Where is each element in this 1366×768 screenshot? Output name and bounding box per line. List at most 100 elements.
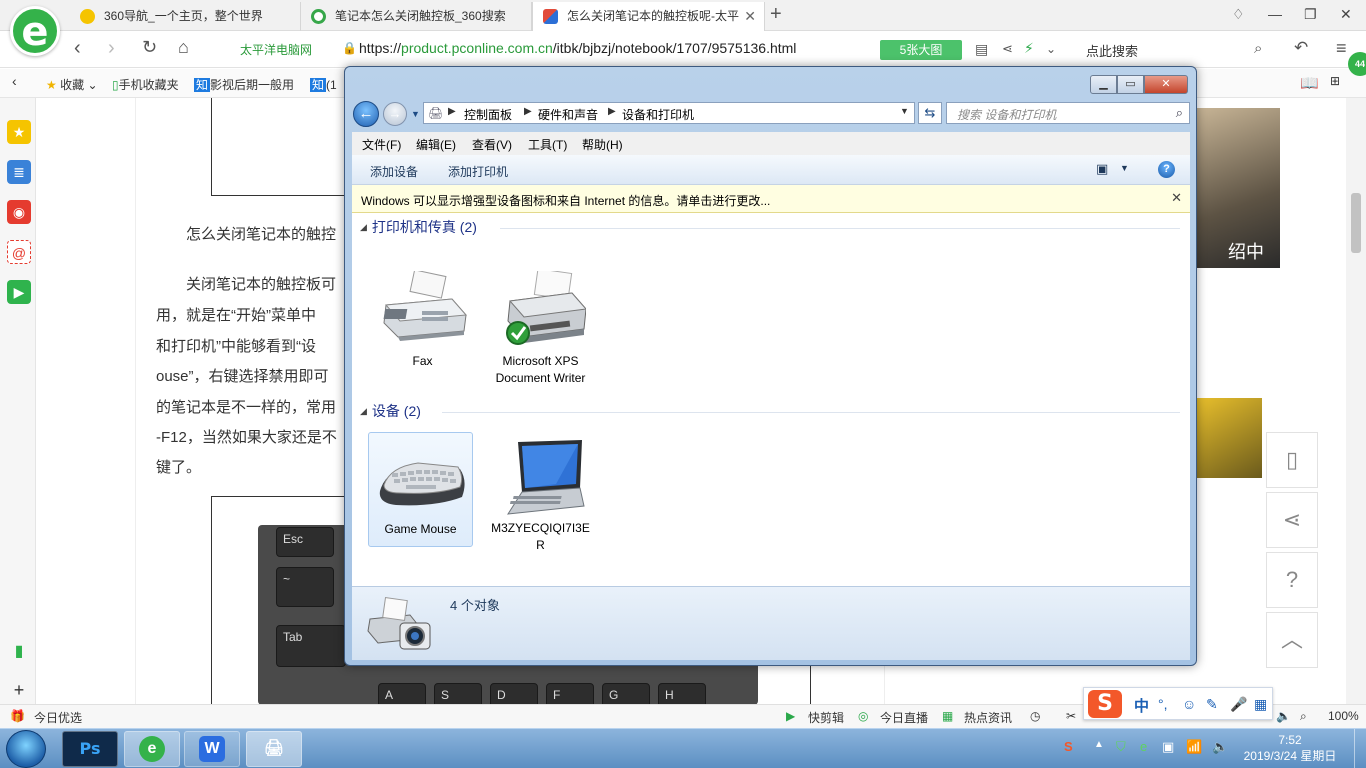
tab-360-nav[interactable]: 360导航_一个主页，整个世界 [70,2,301,31]
volume-tray-icon[interactable]: 🔈 [1212,739,1228,755]
system-clock[interactable]: 7:52 2019/3/24 星期日 [1240,732,1340,764]
forward-arrow-icon[interactable]: → [383,102,407,126]
quick-edit-link[interactable]: 快剪辑 [808,709,844,726]
breadcrumb-hardware-sound[interactable]: 硬件和声音 [538,106,598,123]
maximize-icon[interactable]: ❐ [1304,6,1317,23]
forward-icon[interactable]: › [108,37,115,60]
reading-mode-icon[interactable]: 📖 [1300,74,1319,92]
search-icon[interactable]: ⌕ [1254,40,1262,57]
grid-menu-icon[interactable]: ▦ [1254,696,1267,713]
weibo-icon[interactable]: ◉ [7,200,31,224]
tab-pconline-article[interactable]: 怎么关闭笔记本的触控板呢-太平 ✕ [532,2,765,31]
tab-360-search[interactable]: 笔记本怎么关闭触控板_360搜索 [301,2,532,31]
speed-status-icon[interactable]: ◷ [1030,709,1040,723]
sidebar-ad-image-2[interactable] [1196,398,1262,478]
search-input[interactable]: 点此搜索 [1086,41,1138,60]
network-tray-icon[interactable]: 📶 [1186,739,1202,755]
tools-icon[interactable]: ✂ [1066,709,1076,723]
close-tab-icon[interactable]: ✕ [744,2,756,30]
page-scrollbar[interactable] [1346,98,1366,704]
photoshop-taskbar-icon[interactable]: Ps [62,731,118,767]
breadcrumb-chevron-icon[interactable]: ▶ [448,106,456,117]
menu-tools[interactable]: 工具(T) [528,136,567,153]
tray-expand-icon[interactable]: ▲ [1094,739,1104,750]
breadcrumb-chevron-icon[interactable]: ▶ [524,106,532,117]
share-float-icon[interactable]: ⋖ [1266,492,1318,548]
news-icon[interactable]: ≣ [7,160,31,184]
change-view-icon[interactable]: ▣ [1096,161,1108,177]
recent-pages-dropdown-icon[interactable]: ▼ [411,109,420,119]
group-header-devices[interactable]: ◢ 设备 (2) [360,401,421,421]
refresh-arrows-icon[interactable]: ⇆ [918,102,942,124]
menu-view[interactable]: 查看(V) [472,136,512,153]
view-options-dropdown-icon[interactable]: ▼ [1120,163,1129,173]
hot-news-link[interactable]: 热点资讯 [964,709,1012,726]
bookmark-zhihu-1[interactable]: 知影视后期一般用 [194,76,294,93]
group-header-printers[interactable]: ◢ 打印机和传真 (2) [360,217,477,237]
share-icon[interactable]: ⋖ [1002,41,1013,57]
close-window-icon[interactable]: ✕ [1340,6,1352,23]
mail-icon[interactable]: @ [7,240,31,264]
refresh-icon[interactable]: ↻ [142,37,157,58]
back-arrow-icon[interactable]: ← [353,101,379,127]
punctuation-icon[interactable]: °, [1158,696,1168,712]
wps-taskbar-icon[interactable]: W [184,731,240,767]
favorites-star-icon[interactable]: ★ [7,120,31,144]
help-icon[interactable]: ? [1158,161,1175,178]
security-tray-icon[interactable]: ⛉ [1116,739,1126,755]
home-icon[interactable]: ⌂ [178,37,189,58]
undo-icon[interactable]: ↶ [1294,38,1308,58]
breadcrumb-chevron-icon[interactable]: ▶ [608,106,616,117]
volume-page-icon[interactable]: 🔈 [1276,709,1291,723]
microphone-icon[interactable]: 🎤 [1230,696,1247,713]
bookmark-mobile[interactable]: ▯手机收藏夹 [112,76,179,93]
address-dropdown-icon[interactable]: ▼ [900,106,909,116]
minimize-icon[interactable]: — [1268,6,1282,22]
menu-help[interactable]: 帮助(H) [582,136,623,153]
close-info-bar-icon[interactable]: ✕ [1171,190,1182,206]
video-icon[interactable]: ▶ [7,280,31,304]
today-picks-link[interactable]: 今日优选 [34,709,82,726]
big-pictures-button[interactable]: 5张大图 [880,40,962,60]
breadcrumb-control-panel[interactable]: 控制面板 [464,106,512,123]
zoom-icon[interactable]: ⌕ [1300,709,1307,724]
close-window-button[interactable]: ✕ [1144,75,1188,94]
360-browser-taskbar-icon[interactable]: e [124,731,180,767]
breadcrumb-devices-printers[interactable]: 设备和打印机 [622,106,694,123]
search-icon[interactable]: ⌕ [1176,105,1183,121]
add-printer-button[interactable]: 添加打印机 [448,163,508,180]
devices-printers-taskbar-icon[interactable]: 🖨 [246,731,302,767]
favorites-menu[interactable]: ★ 收藏 ⌄ [46,76,98,93]
device-item-game-mouse[interactable]: Game Mouse [368,432,473,547]
360-browser-logo[interactable]: e [10,6,60,56]
new-tab-button[interactable]: + [770,3,782,26]
ime-mode-toggle[interactable]: 中 [1134,695,1149,716]
battery-icon[interactable]: ▮ [7,640,31,664]
emoji-icon[interactable]: ☺ [1182,696,1196,712]
menu-edit[interactable]: 编辑(E) [416,136,456,153]
360-tray-icon[interactable]: e [1140,739,1147,754]
zoom-level[interactable]: 100% [1328,709,1359,723]
feedback-icon[interactable]: ? [1266,552,1318,608]
maximize-window-button[interactable]: ▭ [1117,75,1144,94]
notification-badge[interactable]: 44 [1348,52,1366,76]
reader-icon[interactable]: ▤ [975,41,988,58]
today-live-link[interactable]: 今日直播 [880,709,928,726]
back-icon[interactable]: ‹ [74,37,81,60]
pen-icon[interactable]: ✎ [1206,696,1218,713]
add-sidebar-icon[interactable]: + [7,678,31,702]
search-input[interactable]: 搜索 设备和打印机 ⌕ [946,102,1190,124]
menu-file[interactable]: 文件(F) [362,136,401,153]
bookmark-zhihu-2[interactable]: 知 (1 [310,76,337,93]
device-tray-icon[interactable]: ▣ [1162,739,1174,755]
chevron-down-icon[interactable]: ⌄ [1046,42,1056,56]
show-desktop-button[interactable] [1354,729,1366,768]
scrollbar-thumb[interactable] [1351,193,1361,253]
back-to-top-icon[interactable]: ︿ [1266,612,1318,668]
url-field[interactable]: 太平洋电脑网 🔒 https://product.pconline.com.cn… [232,37,1122,62]
start-button[interactable] [6,730,46,768]
device-item-xps-writer[interactable]: Microsoft XPS Document Writer [488,265,593,387]
sogou-logo[interactable]: S [1088,690,1122,718]
menu-icon[interactable]: ≡ [1336,38,1347,59]
minimize-window-button[interactable]: ▁ [1090,75,1117,94]
